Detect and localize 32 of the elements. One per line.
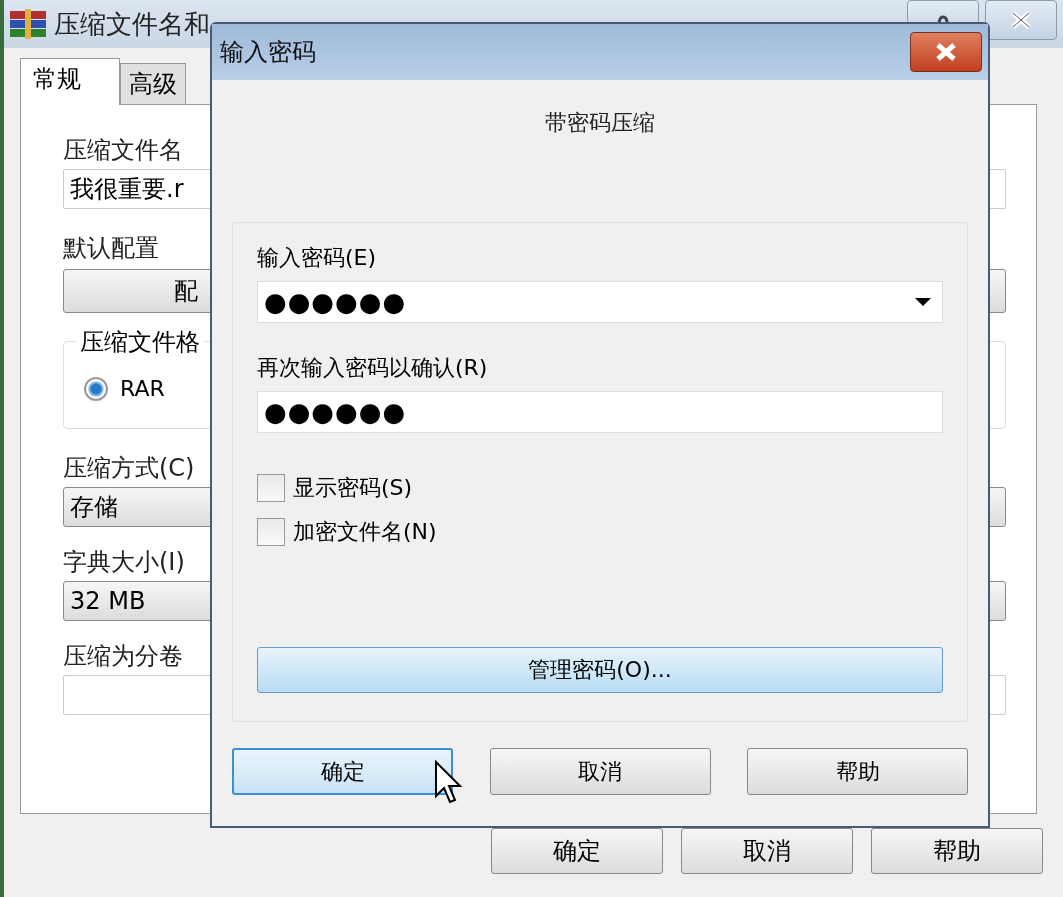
dialog-button[interactable]: 帮助 (747, 748, 968, 795)
organize-passwords-button[interactable]: 管理密码(O)... (257, 647, 943, 693)
password-combobox[interactable]: ●●●●●● (257, 281, 943, 323)
field-label: 输入密码(E) (257, 244, 378, 272)
tab[interactable]: 常规 (20, 58, 120, 105)
field-label: 压缩方式(C) (63, 453, 195, 483)
archive-books-icon (10, 9, 46, 39)
checkbox[interactable] (257, 474, 285, 502)
close-icon (1009, 10, 1033, 30)
dialog-button[interactable]: 取消 (489, 748, 711, 795)
dialog-title: 输入密码 (220, 37, 316, 68)
confirm-password-field[interactable]: ●●●●●● (257, 391, 943, 433)
field-label: 默认配置 (63, 233, 159, 263)
field-label: 再次输入密码以确认(R) (257, 354, 489, 382)
dialog-button[interactable]: 确定 (491, 828, 663, 874)
tab[interactable]: 高级 (120, 63, 186, 104)
field-label: 压缩文件名 (63, 135, 183, 165)
dialog-heading: 带密码压缩 (545, 109, 655, 137)
window-title: 压缩文件名和 (54, 7, 210, 41)
dialog-button[interactable]: 取消 (681, 828, 853, 874)
dropdown-arrow-icon (914, 297, 932, 307)
checkbox-label: 显示密码(S) (293, 474, 413, 502)
dialog-button[interactable]: 帮助 (871, 828, 1043, 874)
field-label: 压缩为分卷 (63, 641, 183, 671)
checkbox[interactable] (257, 518, 285, 546)
close-button[interactable] (910, 32, 982, 72)
mouse-pointer-icon (434, 760, 462, 804)
radio-label: RAR (120, 376, 165, 401)
radio-button[interactable] (84, 376, 108, 401)
field-label: 字典大小(I) (63, 547, 185, 577)
checkbox-label: 加密文件名(N) (293, 518, 437, 546)
dialog-button[interactable]: 确定 (232, 748, 453, 795)
